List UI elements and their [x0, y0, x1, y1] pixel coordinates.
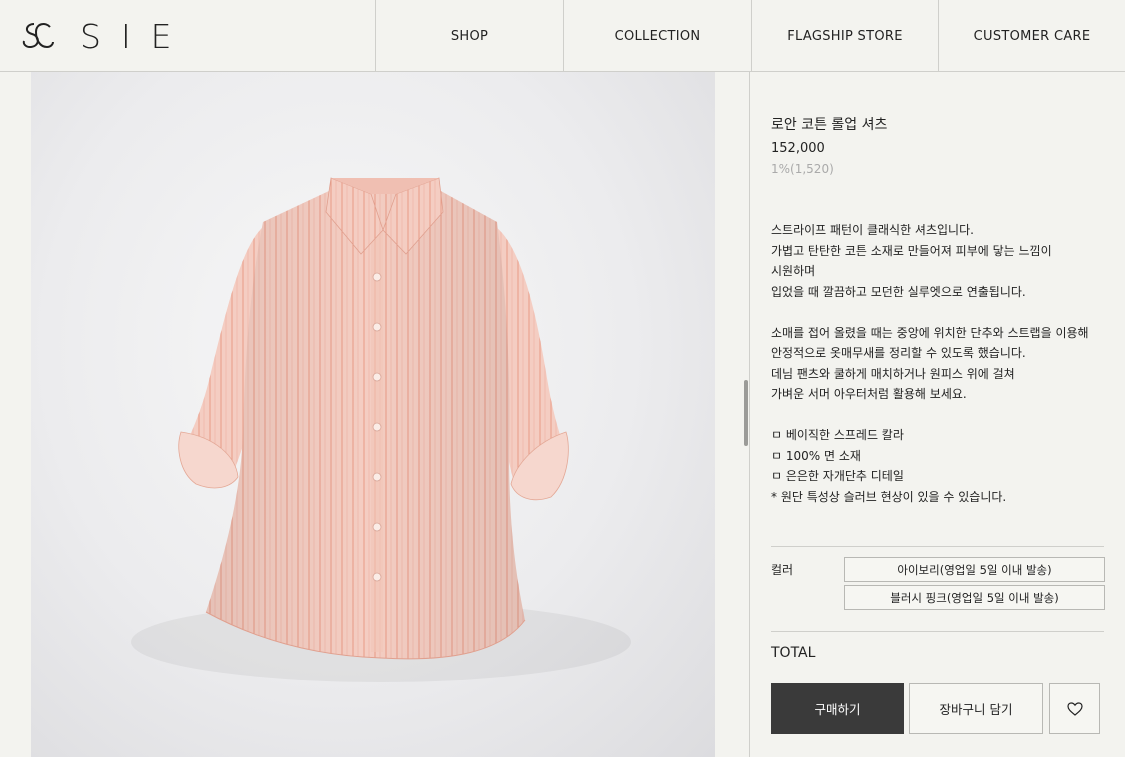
product-points: 1%(1,520) [771, 162, 834, 176]
total-label: TOTAL [771, 645, 816, 661]
nav-customer-care[interactable]: CUSTOMER CARE [938, 0, 1125, 72]
description-line: 소매를 접어 올렸을 때는 중앙에 위치한 단추와 스트랩을 이용해 [771, 325, 1089, 340]
description-line: ㅁ 은은한 자개단추 디테일 [771, 469, 904, 483]
product-info-panel: 로안 코튼 롤업 셔츠 152,000 1%(1,520) 스트라이프 패턴이 … [751, 72, 1125, 757]
description-line: 가벼운 서머 아우터처럼 활용해 보세요. [771, 387, 967, 401]
nav-shop[interactable]: SHOP [375, 0, 563, 72]
color-option-ivory[interactable]: 아이보리(영업일 5일 이내 발송) [844, 557, 1105, 582]
color-label: 컬러 [771, 563, 794, 577]
add-to-cart-button[interactable]: 장바구니 담기 [909, 683, 1043, 734]
color-option-blush-pink[interactable]: 블러시 핑크(영업일 5일 이내 발송) [844, 585, 1105, 610]
description-line: 데님 팬츠와 쿨하게 매치하거나 원피스 위에 걸쳐 [771, 366, 1015, 381]
product-title: 로안 코튼 롤업 셔츠 [771, 117, 888, 133]
main-nav: SHOP COLLECTION FLAGSHIP STORE CUSTOMER … [375, 0, 1125, 72]
nav-flagship-store[interactable]: FLAGSHIP STORE [751, 0, 938, 72]
description-line: 시원하며 [771, 264, 816, 278]
description-line: * 원단 특성상 슬러브 현상이 있을 수 있습니다. [771, 489, 1007, 504]
heart-icon [1066, 701, 1083, 716]
description-line: ㅁ 100% 면 소재 [771, 448, 861, 463]
product-description: 스트라이프 패턴이 클래식한 셔츠입니다. 가볍고 탄탄한 코튼 소재로 만들어… [771, 220, 1111, 507]
description-line: 스트라이프 패턴이 클래식한 셔츠입니다. [771, 223, 974, 237]
brand-logo[interactable]: SIE [20, 16, 192, 56]
nav-collection[interactable]: COLLECTION [563, 0, 751, 72]
product-image-panel [0, 72, 750, 757]
shirt-illustration [131, 177, 631, 682]
divider [771, 631, 1104, 632]
description-line: 입었을 때 깔끔하고 모던한 실루엣으로 연출됩니다. [771, 284, 1026, 299]
divider [771, 546, 1104, 547]
logo-mark-icon [22, 23, 54, 49]
site-header: SIE SHOP COLLECTION FLAGSHIP STORE CUSTO… [0, 0, 1125, 72]
logo-text: SIE [80, 16, 192, 56]
buy-now-button[interactable]: 구매하기 [771, 683, 904, 734]
product-image [31, 72, 715, 757]
scrollbar-thumb[interactable] [744, 380, 748, 446]
description-line: 가볍고 탄탄한 코튼 소재로 만들어져 피부에 닿는 느낌이 [771, 243, 1052, 258]
product-price: 152,000 [771, 141, 825, 156]
wishlist-button[interactable] [1049, 683, 1100, 734]
description-line: ㅁ 베이직한 스프레드 칼라 [771, 428, 904, 442]
description-line: 안정적으로 옷매무새를 정리할 수 있도록 했습니다. [771, 346, 1026, 360]
